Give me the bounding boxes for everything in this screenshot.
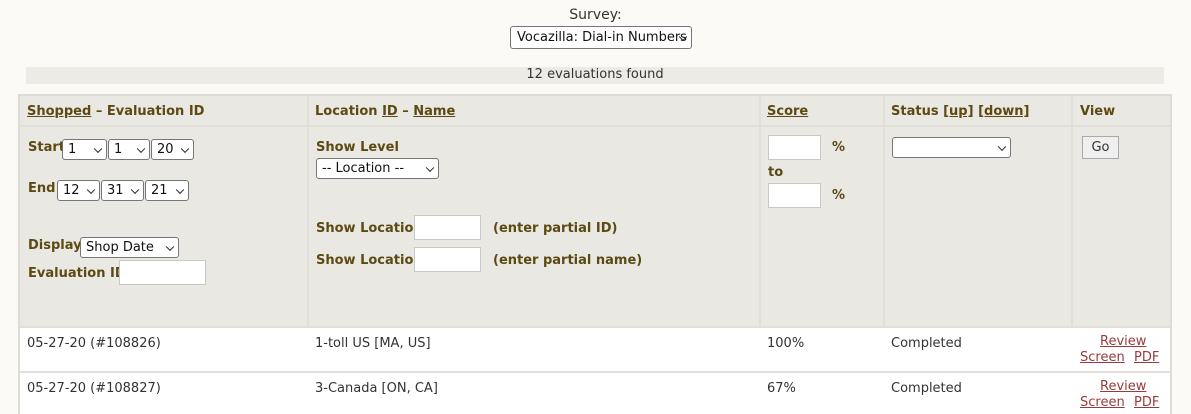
end-label: End	[28, 181, 56, 196]
display-select[interactable]: Shop Date	[80, 237, 179, 258]
show-location-id-label: Show Location	[316, 221, 423, 236]
row-score: 67%	[767, 381, 796, 396]
end-year-select[interactable]: 21	[145, 180, 189, 201]
chevron-down-icon	[130, 185, 140, 194]
partial-id-hint: (enter partial ID)	[493, 221, 618, 236]
row-location: 3-Canada [ON, CA]	[315, 381, 438, 396]
survey-label: Survey:	[569, 7, 622, 23]
end-day-value: 31	[107, 183, 124, 198]
start-year-value: 20	[157, 142, 174, 157]
show-location-name-label: Show Location	[316, 253, 423, 268]
pdf-link[interactable]: PDF	[1134, 395, 1159, 410]
header-status: Status [up] [down]	[891, 104, 1029, 119]
chevron-down-icon	[425, 163, 435, 172]
row-score: 100%	[767, 336, 805, 351]
header-view: View	[1080, 104, 1116, 119]
pdf-link[interactable]: PDF	[1134, 350, 1159, 365]
chevron-down-icon	[136, 144, 146, 153]
display-value: Shop Date	[86, 240, 154, 255]
show-level-label: Show Level	[316, 140, 399, 155]
header-score: Score	[767, 104, 808, 119]
evaluation-id-label: Evaluation ID	[28, 266, 126, 281]
header-shopped: Shopped – Evaluation ID	[27, 104, 204, 119]
start-day-value: 1	[114, 142, 123, 157]
chevron-down-icon	[175, 185, 185, 194]
chevron-down-icon	[997, 142, 1007, 151]
row-location: 1-toll US [MA, US]	[315, 336, 431, 351]
show-level-value: -- Location --	[322, 161, 405, 176]
chevron-down-icon	[93, 144, 103, 153]
start-month-value: 1	[68, 142, 77, 157]
sort-shopped-link[interactable]: Shopped	[27, 104, 91, 119]
header-location: Location ID – Name	[315, 104, 455, 119]
end-month-value: 12	[63, 183, 80, 198]
header-location-label: Location	[315, 104, 383, 119]
chevron-down-icon	[86, 185, 96, 194]
row-status: Completed	[891, 381, 962, 396]
table-row: 05-27-20 (#108827) 3-Canada [ON, CA] 67%…	[20, 373, 1170, 414]
status-select[interactable]	[892, 137, 1011, 158]
score-min-input[interactable]	[768, 135, 821, 160]
score-max-pct: %	[832, 188, 846, 203]
row-status: Completed	[891, 336, 962, 351]
header-shopped-rest: – Evaluation ID	[91, 104, 205, 119]
header-location-sep: –	[397, 104, 414, 119]
sort-location-name-link[interactable]: Name	[413, 104, 455, 119]
display-label: Display	[28, 238, 82, 253]
show-level-select[interactable]: -- Location --	[316, 158, 439, 179]
evaluation-id-input[interactable]	[119, 260, 206, 285]
sort-location-id-link[interactable]: ID	[382, 104, 398, 119]
screen-link[interactable]: Screen	[1080, 395, 1125, 410]
start-label: Start	[28, 140, 65, 155]
end-year-value: 21	[151, 183, 168, 198]
location-name-input[interactable]	[414, 247, 481, 272]
screen-link[interactable]: Screen	[1080, 350, 1125, 365]
review-link[interactable]: Review	[1100, 334, 1146, 349]
chevron-down-icon	[180, 144, 190, 153]
row-shopped: 05-27-20 (#108826)	[27, 336, 161, 351]
score-min-pct: %	[832, 140, 846, 155]
evaluations-table: Shopped – Evaluation ID Location ID – Na…	[18, 94, 1172, 414]
sort-status-down-link[interactable]: [down]	[978, 104, 1029, 119]
end-day-select[interactable]: 31	[101, 180, 144, 201]
survey-select[interactable]: Vocazilla: Dial-in Numbers	[510, 26, 692, 49]
sort-score-link[interactable]: Score	[767, 104, 808, 119]
header-status-label: Status	[891, 104, 944, 119]
start-month-select[interactable]: 1	[62, 139, 107, 160]
score-to-label: to	[768, 165, 784, 180]
partial-name-hint: (enter partial name)	[493, 253, 643, 268]
location-id-input[interactable]	[414, 215, 481, 240]
go-button[interactable]: Go	[1082, 136, 1119, 159]
survey-select-value: Vocazilla: Dial-in Numbers	[517, 30, 687, 45]
chevron-down-icon	[165, 242, 175, 251]
score-max-input[interactable]	[768, 183, 821, 208]
results-count: 12 evaluations found	[26, 67, 1164, 84]
start-day-select[interactable]: 1	[108, 139, 150, 160]
end-month-select[interactable]: 12	[57, 180, 100, 201]
review-link[interactable]: Review	[1100, 379, 1146, 394]
sort-status-up-link[interactable]: [up]	[943, 104, 973, 119]
row-shopped: 05-27-20 (#108827)	[27, 381, 161, 396]
start-year-select[interactable]: 20	[151, 139, 194, 160]
table-row: 05-27-20 (#108826) 1-toll US [MA, US] 10…	[20, 328, 1170, 371]
